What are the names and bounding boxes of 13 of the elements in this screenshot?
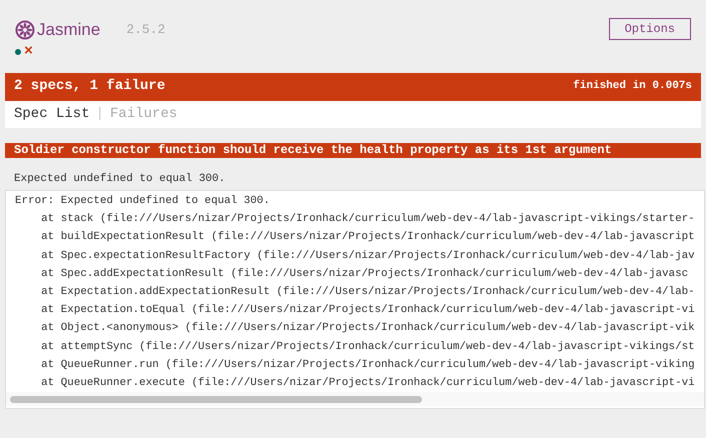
summary-text: 2 specs, 1 failure [14, 77, 166, 96]
logo-text: Jasmine [37, 19, 100, 41]
menu-separator: | [94, 104, 106, 124]
failure-message: Expected undefined to equal 300. [13, 172, 226, 186]
version-label: 2.5.2 [126, 21, 166, 39]
options-button[interactable]: Options [608, 18, 691, 40]
stack-trace-text: Error: Expected undefined to equal 300. at stack (file:///Users/nizar/Projects/Ironhack/curriculum/web-dev-4/lab-javascript-vikings/starter- at buildExpectationResult (file:///Users/nizar/Projects/Ironhack/curriculum/web-dev-4/lab-javascript at Spec.expectationResultFactory (file:///Users/nizar/Projects/Ironhack/curriculum/web-dev-4/lab-jav at Spec.addExpectationResult (file:///Users/nizar/Projects/Ironhack/curriculum/web-dev-4/lab-javasc at Expectation.addExpectationResult (file:///Users/nizar/Projects/Ironhack/curriculum/web-dev-4/lab- at Expectation.toEqual (file:///Users/nizar/Projects/Ironhack/curriculum/web-dev-4/lab-javascript-vi at Object.<anonymous> (file:///Users/nizar/Projects/Ironhack/curriculum/web-dev-4/lab-javascript-vik at attemptSync (file:///Users/nizar/Projects/Ironhack/curriculum/web-dev-4/lab-javascript-vikings/st at QueueRunner.run (file:///Users/nizar/Projects/Ironhack/curriculum/web-dev-4/lab-javascript-viking at QueueRunner.execute (file:///Users/nizar/Projects/Ironhack/curriculum/web-dev-4/lab-javascript-vi [14, 194, 696, 392]
horizontal-scrollbar[interactable] [10, 396, 422, 403]
menu-tab[interactable]: Spec List [14, 104, 90, 124]
flower-logo-icon [15, 20, 35, 40]
duration-text: finished in 0.007s [573, 78, 692, 94]
failed-mark[interactable]: × [24, 44, 34, 59]
failure-title[interactable]: Soldier constructor function should receive the health property as its 1st argument [5, 142, 701, 158]
